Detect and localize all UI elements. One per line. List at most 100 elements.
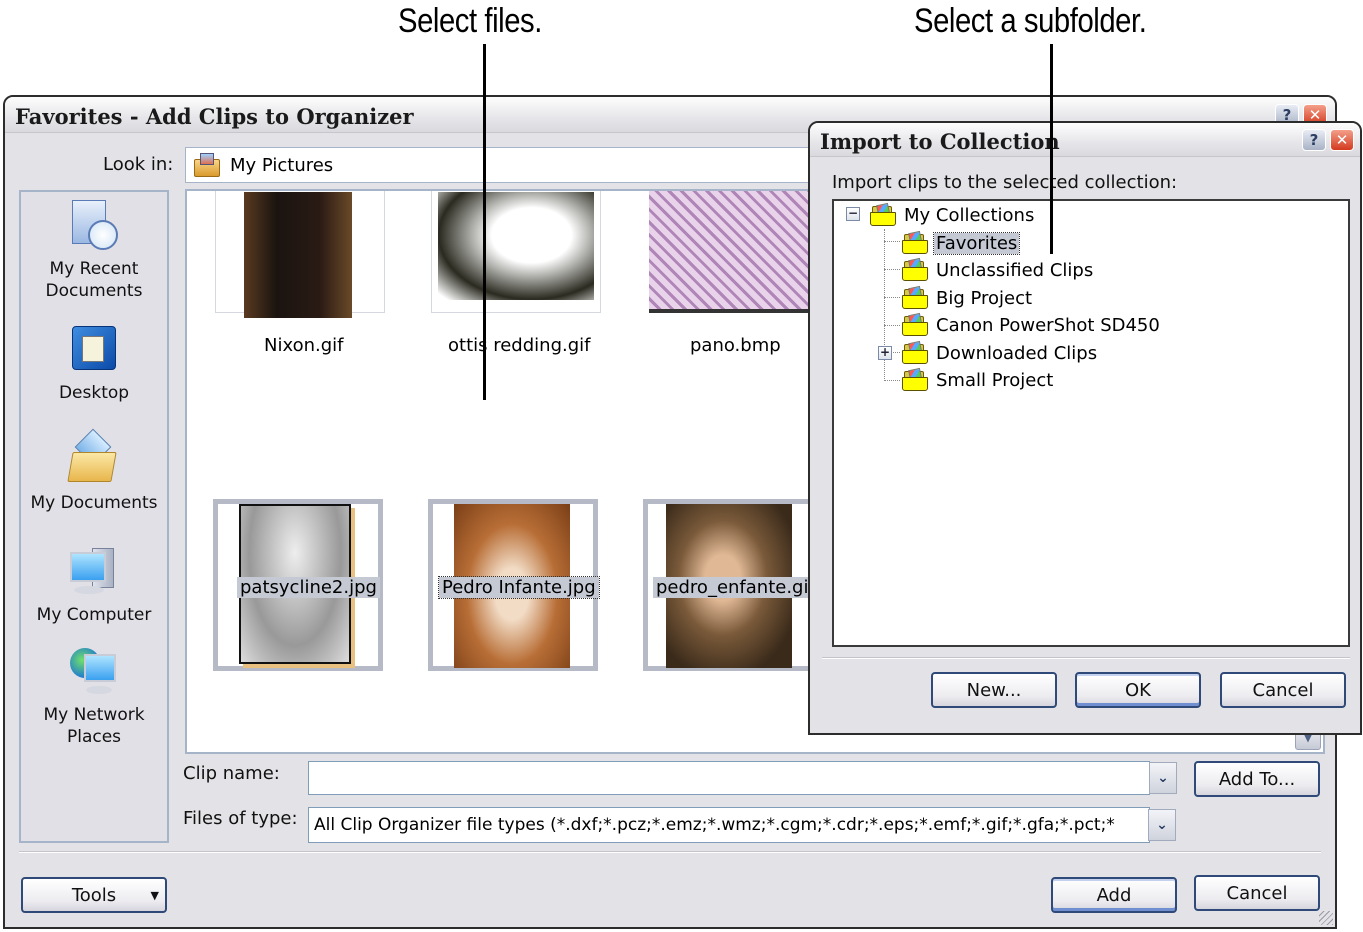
import-separator	[822, 657, 1350, 659]
look-in-dropdown[interactable]: My Pictures	[185, 147, 845, 183]
dropdown-arrow-icon: ▼	[150, 888, 159, 902]
file-name[interactable]: Nixon.gif	[261, 335, 346, 356]
file-name[interactable]: pano.bmp	[687, 335, 784, 356]
add-label: Add	[1096, 884, 1132, 906]
new-collection-button[interactable]: New...	[931, 672, 1057, 708]
tree-item-downloaded-clips[interactable]: Downloaded Clips	[902, 340, 1099, 366]
place-my-network-places[interactable]: My Network Places	[21, 644, 167, 748]
ottis-redding-image	[438, 192, 594, 300]
add-button[interactable]: Add	[1051, 877, 1177, 913]
network-places-icon	[66, 644, 122, 700]
file-thumbnail-she-poster[interactable]	[422, 753, 592, 754]
import-help-button[interactable]: ?	[1302, 129, 1326, 151]
place-label: My Documents	[30, 493, 158, 513]
add-to-button[interactable]: Add To...	[1194, 761, 1320, 797]
desktop-icon	[66, 322, 122, 378]
collection-folder-icon	[902, 367, 928, 391]
files-of-type-dropdown-button[interactable]: ⌄	[1148, 809, 1176, 841]
tree-line	[884, 269, 900, 270]
callout-line-files	[483, 44, 486, 400]
tree-item-big-project[interactable]: Big Project	[902, 285, 1034, 311]
look-in-value: My Pictures	[230, 154, 334, 176]
clip-name-input[interactable]	[308, 761, 1150, 795]
tree-line	[884, 325, 900, 326]
place-my-computer[interactable]: My Computer	[21, 544, 167, 626]
files-of-type-select[interactable]: All Clip Organizer file types (*.dxf;*.p…	[308, 807, 1150, 843]
my-pictures-folder-icon	[194, 153, 220, 177]
collection-folder-icon	[902, 257, 928, 281]
tree-item-favorites[interactable]: Favorites	[902, 230, 1021, 256]
callout-select-files: Select files.	[398, 2, 542, 40]
place-desktop[interactable]: Desktop	[21, 322, 167, 404]
file-name[interactable]: ottis redding.gif	[445, 335, 593, 356]
cancel-label: Cancel	[1226, 882, 1288, 904]
add-to-label: Add To...	[1218, 768, 1296, 790]
tools-label: Tools	[71, 884, 117, 906]
import-instruction: Import clips to the selected collection:	[832, 172, 1178, 193]
collection-folder-icon	[902, 312, 928, 336]
import-close-button[interactable]: ✕	[1330, 129, 1354, 151]
tree-item-label: Small Project	[936, 369, 1054, 391]
ok-button[interactable]: OK	[1075, 672, 1201, 708]
callout-select-subfolder: Select a subfolder.	[914, 2, 1147, 40]
place-label: My Network Places	[43, 705, 145, 747]
tree-item-my-collections[interactable]: My Collections	[870, 202, 1036, 228]
place-my-documents[interactable]: My Documents	[21, 428, 167, 514]
place-label: My Computer	[36, 605, 152, 625]
tree-item-label: Canon PowerShot SD450	[936, 314, 1160, 336]
help-icon: ?	[1309, 131, 1319, 149]
import-title-bar: Import to Collection ? ✕	[810, 123, 1360, 157]
cancel-label: Cancel	[1252, 679, 1314, 701]
place-label: Desktop	[58, 383, 130, 403]
tree-item-label: Big Project	[936, 287, 1033, 309]
import-to-collection-dialog: Import to Collection ? ✕ Import clips to…	[808, 121, 1362, 735]
clip-name-label: Clip name:	[183, 763, 280, 784]
file-name[interactable]: patsycline2.jpg	[237, 577, 380, 598]
tree-line	[884, 297, 900, 298]
my-computer-icon	[66, 544, 122, 600]
collection-folder-icon	[902, 230, 928, 254]
tree-line	[884, 380, 900, 381]
close-icon: ✕	[1335, 131, 1349, 149]
tree-item-label: My Collections	[904, 204, 1035, 226]
files-of-type-label: Files of type:	[183, 808, 298, 829]
resize-grip-icon[interactable]	[1319, 911, 1333, 925]
window-title: Favorites - Add Clips to Organizer	[15, 104, 414, 129]
import-dialog-title: Import to Collection	[820, 129, 1060, 154]
places-bar: My Recent Documents Desktop My Documents…	[19, 190, 169, 843]
place-my-recent-documents[interactable]: My Recent Documents	[21, 198, 167, 302]
place-label: My Recent Documents	[45, 259, 143, 301]
file-thumbnail-ottis-redding[interactable]	[431, 191, 601, 313]
collection-tree[interactable]: − My Collections Favorites Unclassified …	[832, 199, 1350, 647]
tree-item-label: Downloaded Clips	[936, 342, 1098, 364]
files-of-type-value: All Clip Organizer file types (*.dxf;*.p…	[314, 815, 1115, 835]
callout-line-subfolder	[1050, 44, 1053, 254]
tree-item-small-project[interactable]: Small Project	[902, 367, 1055, 393]
tree-item-unclassified-clips[interactable]: Unclassified Clips	[902, 257, 1095, 283]
import-cancel-button[interactable]: Cancel	[1220, 672, 1346, 708]
tools-button[interactable]: Tools ▼	[21, 877, 167, 913]
pano-image	[649, 191, 813, 313]
expand-icon[interactable]: +	[878, 346, 892, 360]
file-name[interactable]: pedro_enfante.gif	[653, 577, 818, 598]
new-label: New...	[966, 679, 1022, 701]
collapse-icon[interactable]: −	[846, 207, 860, 221]
nixon-image	[244, 192, 352, 318]
chevron-down-icon: ⌄	[1156, 817, 1168, 833]
tree-line	[884, 241, 900, 242]
ok-label: OK	[1125, 679, 1151, 701]
tree-item-label: Favorites	[932, 231, 1021, 255]
file-name[interactable]: Pedro Infante.jpg	[438, 576, 600, 599]
look-in-label: Look in:	[103, 154, 174, 175]
cancel-button[interactable]: Cancel	[1194, 875, 1320, 911]
collection-folder-icon	[902, 340, 928, 364]
recent-documents-icon	[66, 198, 122, 254]
file-thumbnail-pano[interactable]	[645, 191, 815, 313]
file-thumbnail-nixon[interactable]	[215, 191, 385, 318]
separator	[19, 851, 1321, 853]
tree-item-canon-powershot[interactable]: Canon PowerShot SD450	[902, 312, 1162, 338]
my-documents-icon	[66, 428, 122, 488]
clip-name-dropdown-button[interactable]: ⌄	[1149, 762, 1177, 794]
collection-folder-icon	[870, 202, 896, 226]
tree-item-label: Unclassified Clips	[936, 259, 1094, 281]
